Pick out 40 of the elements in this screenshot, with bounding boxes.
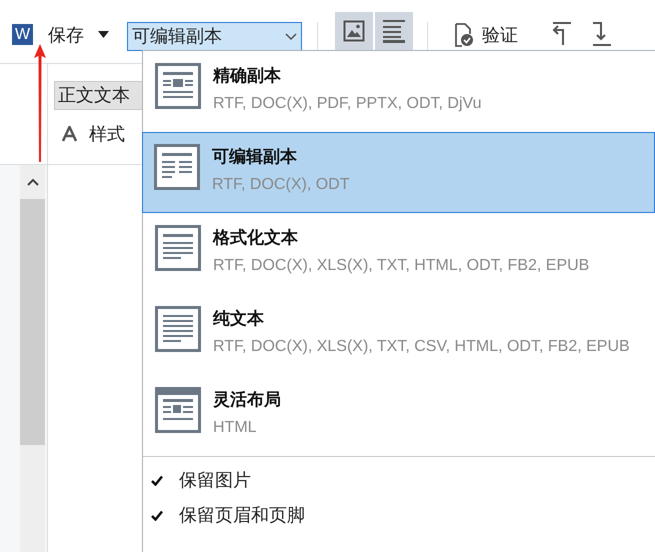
document-check-icon <box>454 23 474 47</box>
menu-item-formats: RTF, DOC(X), XLS(X), TXT, HTML, ODT, FB2, EPUB <box>213 256 590 276</box>
option-item[interactable]: 保留页眉和页脚 <box>143 498 655 533</box>
scrollbar-thumb[interactable] <box>20 199 45 445</box>
align-left-icon <box>382 19 406 43</box>
menu-item-title: 格式化文本 <box>213 227 299 249</box>
app-icon[interactable]: W <box>12 24 33 45</box>
menu-item-formats: RTF, DOC(X), XLS(X), TXT, CSV, HTML, ODT, FB2, EPUB <box>213 337 631 357</box>
document-layout-icon <box>154 144 200 190</box>
menu-item[interactable]: 灵活布局 HTML <box>143 375 655 456</box>
upload-icon[interactable] <box>550 22 572 46</box>
format-select[interactable]: 可编辑副本 <box>127 22 302 51</box>
option-item[interactable]: 保留图片 <box>143 463 655 498</box>
document-layout-icon <box>155 306 201 352</box>
verify-button[interactable]: 验证 <box>454 22 518 48</box>
scroll-up-icon[interactable] <box>26 178 38 186</box>
menu-item-formats: RTF, DOC(X), PDF, PPTX, ODT, DjVu <box>213 94 482 114</box>
caret-down-icon[interactable] <box>98 31 109 38</box>
menu-item[interactable]: 可编辑副本 RTF, DOC(X), ODT <box>142 132 655 213</box>
document-layout-icon <box>155 387 201 433</box>
option-label: 保留页眉和页脚 <box>179 504 305 527</box>
styles-label[interactable]: 样式 <box>89 123 125 145</box>
menu-item-formats: RTF, DOC(X), ODT <box>212 175 350 195</box>
menu-item[interactable]: 纯文本 RTF, DOC(X), XLS(X), TXT, CSV, HTML, ODT, FB2, EPUB <box>143 294 655 375</box>
document-layout-icon <box>155 63 201 109</box>
menu-item[interactable]: 格式化文本 RTF, DOC(X), XLS(X), TXT, HTML, ODT, FB2, EPUB <box>143 213 655 294</box>
view-toggle[interactable] <box>335 12 373 50</box>
save-button[interactable]: 保存 <box>48 22 84 48</box>
menu-item-title: 精确副本 <box>213 65 282 87</box>
menu-item-title: 纯文本 <box>213 308 265 330</box>
option-label: 保留图片 <box>179 469 251 492</box>
image-icon <box>343 20 365 42</box>
font-style-icon[interactable] <box>62 126 77 142</box>
chevron-down-icon <box>285 33 297 40</box>
document-layout-icon <box>155 225 201 271</box>
download-icon[interactable] <box>590 22 612 46</box>
menu-item-title: 可编辑副本 <box>212 146 298 168</box>
menu-item-title: 灵活布局 <box>213 389 282 411</box>
menu-item-formats: HTML <box>213 418 258 438</box>
view-toggle[interactable] <box>375 12 413 50</box>
